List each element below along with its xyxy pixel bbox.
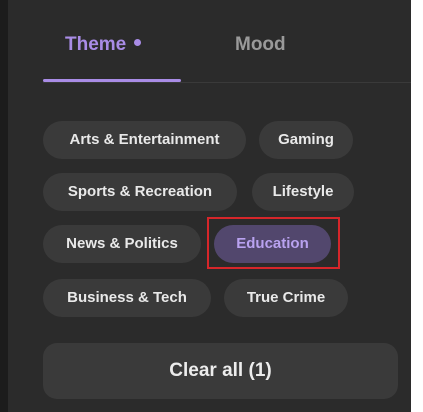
chip-lifestyle[interactable]: Lifestyle bbox=[252, 173, 354, 211]
tab-bar: Theme Mood bbox=[35, 0, 423, 83]
chip-business-tech[interactable]: Business & Tech bbox=[43, 279, 211, 317]
chip-sports-recreation[interactable]: Sports & Recreation bbox=[43, 173, 237, 211]
left-edge bbox=[0, 0, 8, 412]
active-dot-icon bbox=[134, 39, 142, 47]
tab-divider bbox=[43, 82, 411, 83]
chip-news-politics[interactable]: News & Politics bbox=[43, 225, 201, 263]
tab-mood-label: Mood bbox=[235, 34, 286, 55]
tab-theme[interactable]: Theme bbox=[65, 34, 142, 56]
tab-theme-label: Theme bbox=[65, 34, 127, 55]
clear-all-button[interactable]: Clear all (1) bbox=[43, 343, 398, 399]
chip-arts-entertainment[interactable]: Arts & Entertainment bbox=[43, 121, 246, 159]
tab-mood[interactable]: Mood bbox=[235, 34, 286, 56]
chip-true-crime[interactable]: True Crime bbox=[224, 279, 348, 317]
chip-gaming[interactable]: Gaming bbox=[259, 121, 353, 159]
selection-highlight-box bbox=[207, 217, 340, 269]
